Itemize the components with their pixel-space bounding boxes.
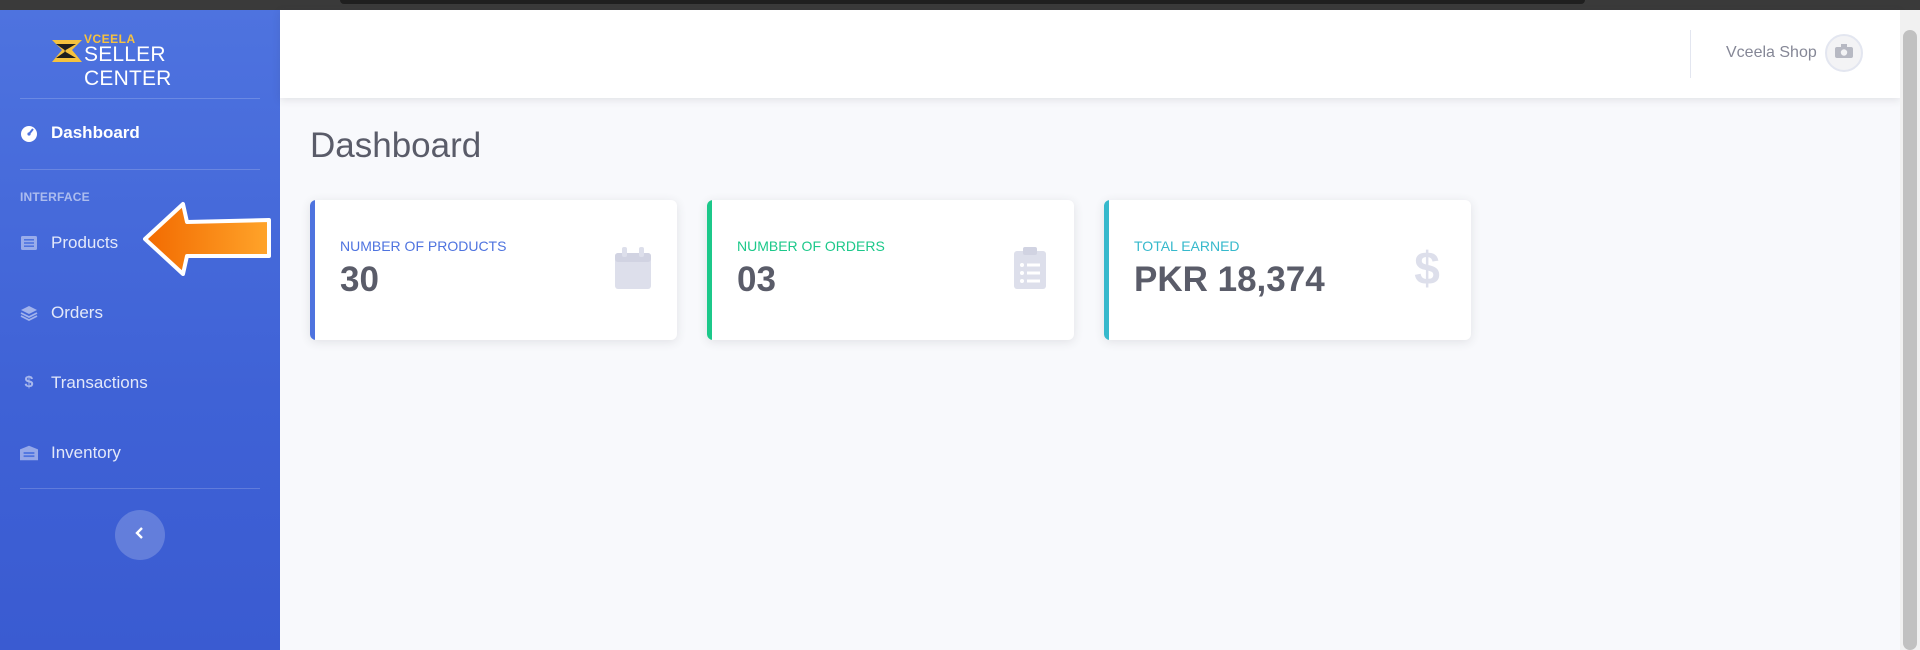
sidebar-item-products[interactable]: Products <box>20 228 118 258</box>
sidebar-divider <box>20 488 260 489</box>
card-value: 30 <box>340 260 379 299</box>
card-value: 03 <box>737 260 776 299</box>
sidebar-item-orders[interactable]: Orders <box>20 298 103 328</box>
list-icon <box>20 234 38 252</box>
sidebar-item-label: Inventory <box>51 443 121 462</box>
vceela-logo-icon <box>52 40 82 62</box>
sidebar-item-inventory[interactable]: Inventory <box>20 438 121 468</box>
browser-tab-strip <box>340 0 1585 4</box>
sidebar-item-label: Orders <box>51 303 103 322</box>
sidebar-item-transactions[interactable]: $ Transactions <box>20 368 148 398</box>
card-accent <box>310 200 315 340</box>
sidebar-divider <box>20 98 260 99</box>
clipboard-list-icon <box>1010 245 1050 291</box>
card-accent <box>707 200 712 340</box>
camera-icon <box>1835 43 1853 63</box>
stat-card-orders: Number of Orders 03 <box>707 200 1074 340</box>
brand-bottom-text: SELLER CENTER <box>84 43 172 90</box>
card-label: Number of Orders <box>737 238 885 254</box>
topbar-divider <box>1690 30 1691 78</box>
tachometer-icon <box>20 124 38 142</box>
brand-logo[interactable]: VCEELA SELLER CENTER <box>50 32 240 90</box>
warehouse-icon <box>20 444 38 462</box>
avatar[interactable] <box>1825 34 1863 72</box>
annotation-arrow-icon <box>143 202 271 276</box>
browser-top-bar <box>0 0 1920 10</box>
topbar: Vceela Shop <box>280 10 1900 98</box>
card-value: PKR 18,374 <box>1134 260 1325 299</box>
card-accent <box>1104 200 1109 340</box>
dollar-icon: $ <box>1414 242 1440 294</box>
scrollbar-thumb[interactable] <box>1903 30 1917 650</box>
card-label: Total Earned <box>1134 238 1240 254</box>
sidebar-item-dashboard[interactable]: Dashboard <box>20 118 140 148</box>
sidebar-item-label: Dashboard <box>51 123 140 142</box>
page-title: Dashboard <box>310 126 482 165</box>
sidebar-divider <box>20 169 260 170</box>
calendar-icon <box>613 245 653 291</box>
stat-card-products: Number of Products 30 <box>310 200 677 340</box>
card-label: Number of Products <box>340 238 507 254</box>
stat-card-earnings: Total Earned PKR 18,374 $ <box>1104 200 1471 340</box>
user-name[interactable]: Vceela Shop <box>1726 44 1817 62</box>
layers-icon <box>20 304 38 322</box>
sidebar: VCEELA SELLER CENTER Dashboard INTERFACE… <box>0 10 280 650</box>
chevron-left-icon <box>134 526 146 545</box>
sidebar-item-label: Transactions <box>51 373 148 392</box>
dollar-icon: $ <box>24 374 34 391</box>
page-scrollbar[interactable] <box>1900 10 1920 650</box>
sidebar-section-heading: INTERFACE <box>20 190 90 204</box>
sidebar-toggle-button[interactable] <box>115 510 165 560</box>
sidebar-item-label: Products <box>51 233 119 252</box>
